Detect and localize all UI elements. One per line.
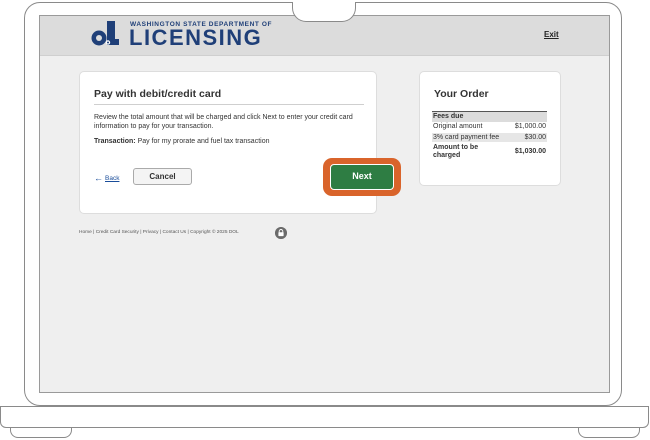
- transaction-label: Transaction:: [94, 138, 136, 145]
- transaction-line: Transaction: Pay for my prorate and fuel…: [94, 138, 269, 145]
- footer-links: Home | Credit Card Security | Privacy | …: [79, 230, 239, 235]
- laptop-foot-right: [578, 428, 640, 438]
- fee-label: Original amount: [433, 123, 483, 130]
- payment-description: Review the total amount that will be cha…: [94, 114, 353, 130]
- exit-link[interactable]: Exit: [544, 30, 559, 39]
- back-arrow-icon: ←: [94, 173, 103, 183]
- fees-due-header: Fees due: [432, 112, 547, 122]
- order-summary-card: Your Order Fees due Original amount $1,0…: [419, 71, 561, 186]
- lock-icon: [275, 227, 287, 239]
- fee-value: $1,000.00: [514, 123, 546, 130]
- payment-title: Pay with debit/credit card: [94, 88, 222, 100]
- fee-row-card-fee: 3% card payment fee $30.00: [432, 132, 547, 143]
- fees-table: Fees due Original amount $1,000.00 3% ca…: [432, 111, 547, 161]
- fee-value: $1,030.00: [514, 147, 546, 155]
- fee-value: $30.00: [507, 132, 547, 142]
- browser-screen: WASHINGTON STATE DEPARTMENT OF LICENSING…: [39, 15, 610, 393]
- agency-name: LICENSING: [129, 25, 263, 50]
- fee-label: Amount to be charged: [433, 144, 479, 159]
- cancel-button[interactable]: Cancel: [133, 168, 192, 185]
- transaction-value: Pay for my prorate and fuel tax transact…: [137, 138, 270, 145]
- next-button[interactable]: Next: [330, 164, 394, 190]
- divider: [94, 104, 364, 105]
- back-label: Back: [105, 175, 120, 182]
- laptop-foot-left: [10, 428, 72, 438]
- dol-logo-icon: [91, 21, 119, 46]
- laptop-base: [0, 406, 649, 428]
- fee-label: 3% card payment fee: [432, 132, 507, 142]
- laptop-camera-notch: [292, 2, 356, 22]
- order-title: Your Order: [434, 88, 489, 100]
- fee-row-total: Amount to be charged $1,030.00: [432, 143, 547, 161]
- fee-row-original: Original amount $1,000.00: [432, 122, 547, 133]
- site-header: WASHINGTON STATE DEPARTMENT OF LICENSING…: [40, 16, 609, 56]
- payment-card: Pay with debit/credit card Review the to…: [79, 71, 401, 214]
- back-link[interactable]: ← Back: [94, 173, 119, 183]
